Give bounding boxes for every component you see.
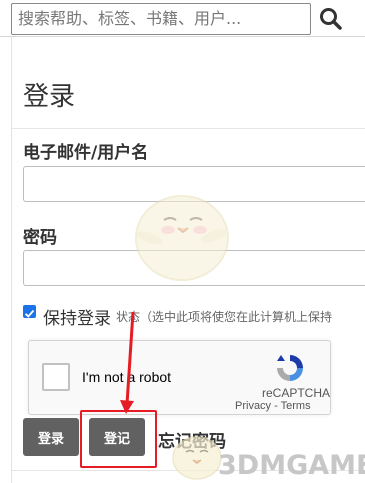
username-field[interactable] (23, 166, 365, 202)
forgot-password-link[interactable]: 忘记密码 (158, 427, 226, 452)
remember-label[interactable]: 保持登录 (43, 304, 111, 329)
login-button[interactable]: 登录 (23, 418, 79, 456)
recaptcha-links[interactable]: Privacy - Terms (235, 400, 311, 412)
checkmark-icon (24, 309, 35, 318)
content-left-border (11, 36, 12, 483)
recaptcha-prompt: I'm not a robot (82, 369, 172, 385)
recaptcha-logo-icon (273, 351, 307, 385)
watermark-text: 3DMGAME (218, 450, 365, 481)
search-input[interactable]: 搜索帮助、标签、书籍、用户... (11, 3, 311, 35)
recaptcha-brand: reCAPTCHA (262, 386, 331, 400)
password-field[interactable] (23, 250, 365, 286)
page-title: 登录 (23, 82, 76, 112)
remember-checkbox[interactable] (23, 305, 36, 318)
username-label: 电子邮件/用户名 (23, 143, 149, 163)
annotation-highlight-box (80, 410, 157, 468)
recaptcha-checkbox[interactable] (42, 363, 70, 391)
header-divider (0, 36, 365, 37)
password-label: 密码 (23, 228, 57, 248)
recaptcha-widget: I'm not a robot reCAPTCHA Privacy - Term… (28, 340, 331, 415)
remember-hint: 状态（选中此项将使您在此计算机上保持 (116, 310, 333, 324)
title-divider (12, 128, 365, 129)
search-icon[interactable] (318, 6, 344, 32)
